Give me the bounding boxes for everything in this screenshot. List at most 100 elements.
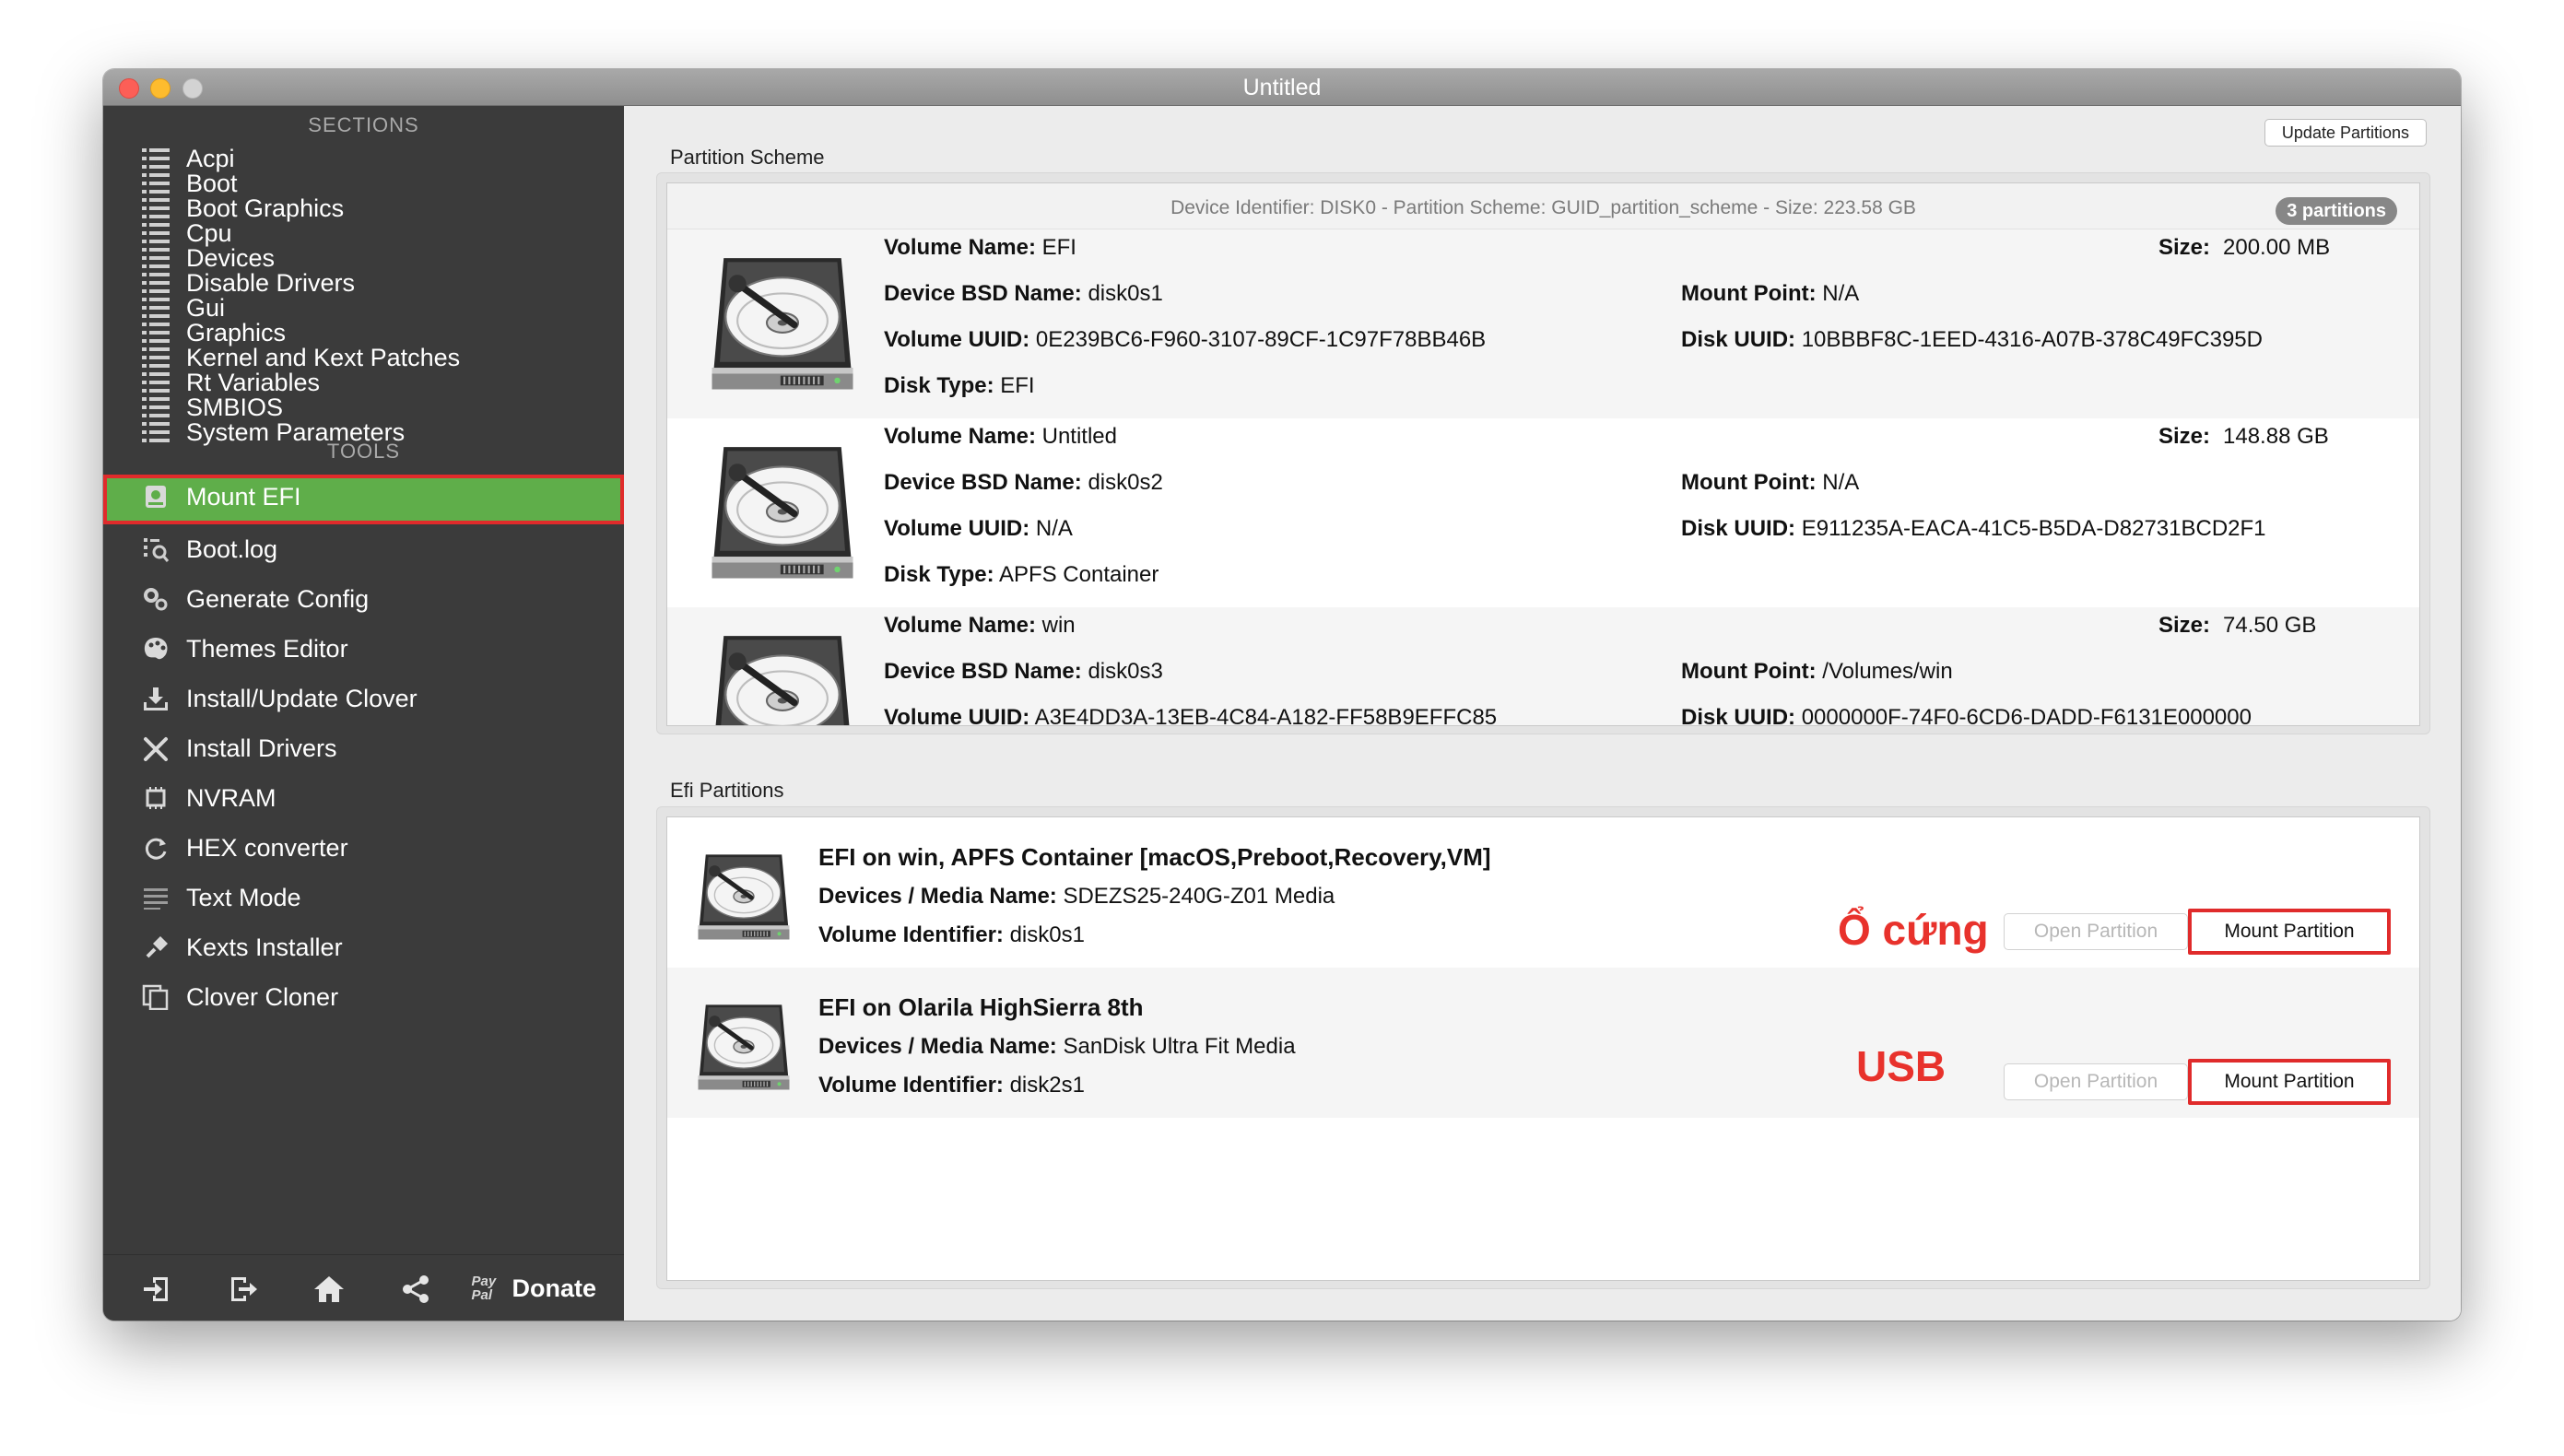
disk-icon	[146, 486, 166, 508]
hard-drive-icon	[704, 241, 861, 397]
export-icon[interactable]	[228, 1274, 259, 1305]
donate-button[interactable]: Pay Pal Donate	[471, 1268, 596, 1309]
log-search-icon	[144, 538, 170, 562]
sidebar-item-tool[interactable]: Text Mode	[103, 875, 624, 920]
field-key: Volume UUID:	[884, 327, 1030, 352]
home-icon[interactable]	[313, 1274, 345, 1305]
field-key: Size:	[2158, 424, 2211, 449]
sidebar-item-tool[interactable]: Generate Config	[103, 577, 624, 621]
field-key: Device BSD Name:	[884, 281, 1082, 306]
sidebar-item-label: Themes Editor	[186, 635, 348, 663]
field-key: Mount Point:	[1681, 470, 1817, 495]
copy-icon	[142, 984, 169, 1010]
partition-size: Size: 200.00 MB	[2158, 235, 2330, 261]
sidebar-item-tool[interactable]: NVRAM	[103, 776, 624, 820]
field-value: A3E4DD3A-13EB-4C84-A182-FF58B9EFFC85	[1034, 705, 1498, 726]
sidebar-item-label: Install/Update Clover	[186, 685, 418, 712]
sidebar-item-tool[interactable]: Clover Cloner	[103, 975, 624, 1019]
mount-partition-button[interactable]: Mount Partition	[2188, 909, 2391, 955]
partition-size: Size: 148.88 GB	[2158, 424, 2329, 450]
field-key: Size:	[2158, 235, 2211, 260]
efi-volume-identifier: Volume Identifier: disk0s1	[818, 922, 1085, 948]
partition-disk-type: Disk Type: EFI	[884, 373, 1035, 399]
partition-row[interactable]: Volume Name: win Device BSD Name: disk0s3…	[667, 607, 2419, 726]
donate-label: Donate	[512, 1274, 596, 1302]
field-value: disk0s2	[1088, 470, 1163, 495]
partition-disk-uuid: Disk UUID: 10BBBF8C-1EED-4316-A07B-378C4…	[1681, 327, 2263, 353]
field-key: Mount Point:	[1681, 659, 1817, 684]
efi-volume-identifier: Volume Identifier: disk2s1	[818, 1073, 1085, 1098]
field-key: Volume Name:	[884, 235, 1036, 260]
sidebar-item-tool[interactable]: Install Drivers	[103, 726, 624, 770]
efi-partition-list[interactable]: EFI on win, APFS Container [macOS,Preboo…	[666, 816, 2420, 1281]
field-key: Mount Point:	[1681, 281, 1817, 306]
field-key: Device BSD Name:	[884, 659, 1082, 684]
sidebar: SECTIONS Acpi Boot Boot Graphics Cpu Devices…	[103, 106, 624, 1321]
partition-mount-point: Mount Point: N/A	[1681, 281, 1859, 307]
field-key: Size:	[2158, 613, 2211, 638]
field-value: Untitled	[1041, 424, 1117, 449]
partition-size: Size: 74.50 GB	[2158, 613, 2316, 639]
field-key: Volume UUID:	[884, 705, 1030, 726]
efi-partition-row[interactable]: EFI on Olarila HighSierra 8th Devices / M…	[667, 968, 2419, 1118]
efi-media-name: Devices / Media Name: SanDisk Ultra Fit …	[818, 1034, 1296, 1060]
sidebar-item-tool[interactable]: Kexts Installer	[103, 925, 624, 969]
field-value: SDEZS25-240G-Z01 Media	[1063, 884, 1335, 909]
field-value: EFI	[1041, 235, 1076, 260]
download-icon	[144, 687, 168, 710]
open-partition-button[interactable]: Open Partition	[2004, 913, 2188, 950]
field-value: N/A	[1035, 516, 1073, 541]
partition-scheme-group: Device Identifier: DISK0 - Partition Sch…	[656, 172, 2430, 734]
field-key: Volume UUID:	[884, 516, 1030, 541]
sidebar-item-tool[interactable]: HEX converter	[103, 826, 624, 870]
partition-list[interactable]: Device Identifier: DISK0 - Partition Sch…	[666, 182, 2420, 726]
field-value: 0000000F-74F0-6CD6-DADD-F6131E000000	[1801, 705, 2252, 726]
update-partitions-button[interactable]: Update Partitions	[2264, 119, 2427, 147]
partition-row[interactable]: Volume Name: Untitled Device BSD Name: di…	[667, 418, 2419, 607]
field-value: 74.50 GB	[2223, 613, 2317, 638]
field-value: N/A	[1822, 281, 1860, 306]
sidebar-item-tool[interactable]: Boot.log	[103, 527, 624, 571]
window-title: Untitled	[1242, 75, 1322, 100]
main-content: Partition Scheme Update Partitions Devic…	[624, 106, 2461, 1321]
partition-count-badge: 3 partitions	[2276, 197, 2397, 225]
gears-icon	[144, 588, 168, 611]
sidebar-item-label: Install Drivers	[186, 734, 337, 762]
efi-partition-title: EFI on Olarila HighSierra 8th	[818, 993, 1144, 1021]
sidebar-item-label: HEX converter	[186, 834, 348, 862]
app-window: Untitled SECTIONS Acpi Boot Boot Graphics C…	[103, 69, 2461, 1321]
sidebar-item-label: NVRAM	[186, 784, 276, 812]
field-key: Disk UUID:	[1681, 705, 1796, 726]
partition-row[interactable]: Volume Name: EFI Device BSD Name: disk0s1…	[667, 229, 2419, 418]
partition-volume-uuid: Volume UUID: N/A	[884, 516, 1073, 542]
partition-volume-name: Volume Name: Untitled	[884, 424, 1117, 450]
field-key: Volume Identifier:	[818, 1073, 1004, 1098]
efi-partitions-label: Efi Partitions	[670, 779, 784, 802]
sidebar-item-tool[interactable]: Mount EFI	[103, 475, 624, 524]
field-value: /Volumes/win	[1822, 659, 1953, 684]
annotation-label: Ổ cứng	[1838, 906, 1989, 954]
field-value: EFI	[1000, 373, 1035, 398]
import-icon[interactable]	[142, 1274, 173, 1305]
plug-icon	[146, 936, 168, 958]
sidebar-item-label: Clover Cloner	[186, 983, 339, 1011]
partition-mount-point: Mount Point: N/A	[1681, 470, 1859, 496]
efi-partition-row[interactable]: EFI on win, APFS Container [macOS,Preboo…	[667, 817, 2419, 968]
sidebar-item-tool[interactable]: Install/Update Clover	[103, 676, 624, 721]
sidebar-item-label: Text Mode	[186, 884, 301, 911]
sidebar-item-tool[interactable]: Themes Editor	[103, 627, 624, 671]
open-partition-button[interactable]: Open Partition	[2004, 1063, 2188, 1100]
partition-disk-type: Disk Type: APFS Container	[884, 562, 1159, 588]
hard-drive-icon	[693, 843, 794, 945]
field-key: Disk UUID:	[1681, 327, 1796, 352]
field-value: 0E239BC6-F960-3107-89CF-1C97F78BB46B	[1035, 327, 1487, 352]
field-value: disk0s3	[1088, 659, 1163, 684]
chip-icon	[146, 787, 166, 809]
mount-partition-button[interactable]: Mount Partition	[2188, 1059, 2391, 1105]
efi-partition-title: EFI on win, APFS Container [macOS,Preboo…	[818, 843, 1491, 871]
partition-scheme-label: Partition Scheme	[670, 146, 825, 169]
field-key: Volume Name:	[884, 613, 1036, 638]
field-key: Disk Type:	[884, 373, 994, 398]
share-icon[interactable]	[400, 1274, 431, 1305]
tools-header: TOOLS	[326, 440, 401, 463]
